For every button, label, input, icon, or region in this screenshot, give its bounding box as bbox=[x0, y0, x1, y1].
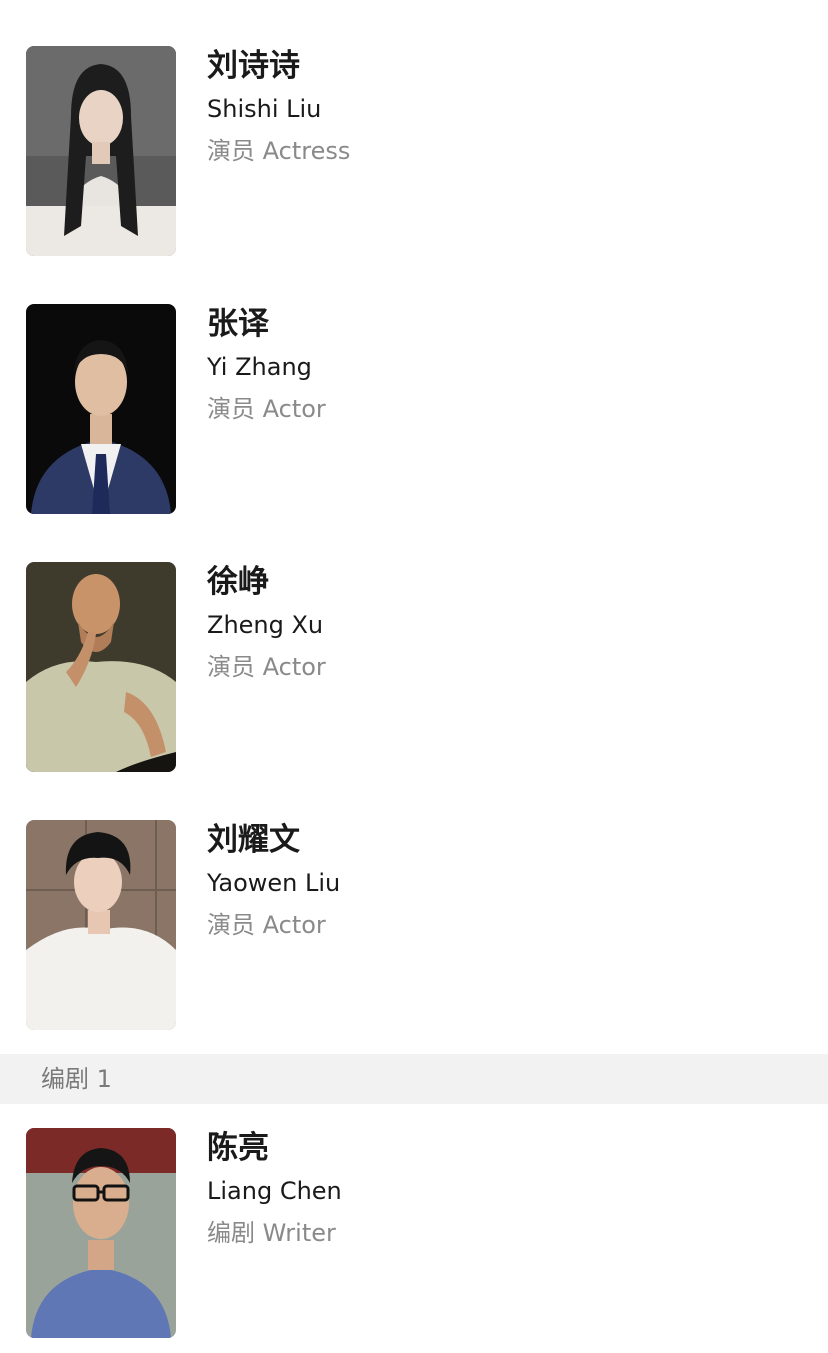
person-role: 演员 Actress bbox=[207, 137, 351, 165]
person-name-cn: 陈亮 bbox=[207, 1130, 269, 1166]
avatar bbox=[26, 1128, 176, 1338]
person-name-en: Yaowen Liu bbox=[207, 869, 341, 897]
person-name-en: Shishi Liu bbox=[207, 95, 322, 123]
person-name-cn: 徐峥 bbox=[207, 564, 269, 600]
list-item[interactable]: 徐峥 Zheng Xu 演员 Actor bbox=[0, 562, 828, 772]
list-item[interactable]: 刘诗诗 Shishi Liu 演员 Actress bbox=[0, 46, 828, 256]
person-name-en: Zheng Xu bbox=[207, 611, 324, 639]
person-role: 演员 Actor bbox=[207, 395, 326, 423]
section-header-writers: 编剧 1 bbox=[0, 1054, 828, 1104]
avatar bbox=[26, 304, 176, 514]
person-name-cn: 刘耀文 bbox=[207, 822, 300, 858]
avatar bbox=[26, 562, 176, 772]
person-name-en: Yi Zhang bbox=[207, 353, 312, 381]
person-role: 演员 Actor bbox=[207, 911, 326, 939]
list-item[interactable]: 张译 Yi Zhang 演员 Actor bbox=[0, 304, 828, 514]
section-header-label: 编剧 1 bbox=[41, 1065, 112, 1093]
list-item[interactable]: 陈亮 Liang Chen 编剧 Writer bbox=[0, 1128, 828, 1338]
avatar bbox=[26, 820, 176, 1030]
person-name-cn: 刘诗诗 bbox=[207, 48, 300, 84]
list-item[interactable]: 刘耀文 Yaowen Liu 演员 Actor bbox=[0, 820, 828, 1030]
person-name-en: Liang Chen bbox=[207, 1177, 342, 1205]
person-role: 编剧 Writer bbox=[207, 1219, 336, 1247]
person-role: 演员 Actor bbox=[207, 653, 326, 681]
avatar bbox=[26, 46, 176, 256]
person-name-cn: 张译 bbox=[207, 306, 269, 342]
